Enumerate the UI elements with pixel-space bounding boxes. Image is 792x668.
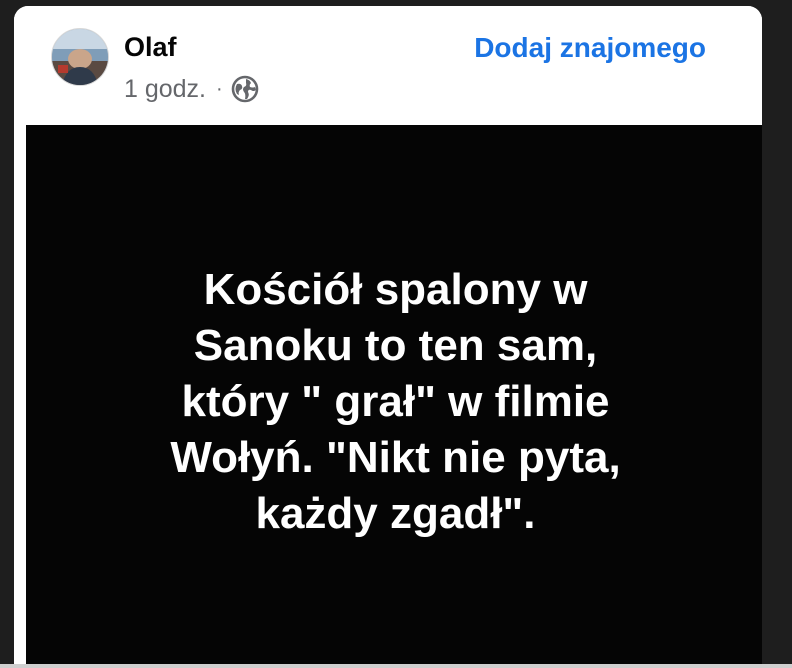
post-text-line: Sanoku to ten sam, [193,320,598,370]
post-text-line: każdy zgadł". [255,488,536,538]
post-timestamp[interactable]: 1 godz. [124,75,206,104]
author-name[interactable]: Olaf [124,32,177,62]
next-post-edge [0,664,792,668]
post-image[interactable]: Kościół spalony w Sanoku to ten sam, któ… [26,125,762,668]
avatar-photo-icon [52,29,108,85]
post-header: Olaf 1 godz. · Dodaj znajomego [14,6,762,124]
post-text-line: Kościół spalony w [203,264,588,314]
post-text-line: który " grał" w filmie [181,376,610,426]
avatar[interactable] [51,28,109,86]
meta-separator: · [216,77,223,100]
post-image-text: Kościół spalony w Sanoku to ten sam, któ… [96,262,696,542]
post-card: Olaf 1 godz. · Dodaj znajomego Kościół s… [14,6,762,668]
add-friend-button[interactable]: Dodaj znajomego [474,32,706,64]
post-meta: 1 godz. · [124,74,259,104]
screenshot-frame: Olaf 1 godz. · Dodaj znajomego Kościół s… [0,0,792,668]
post-text-line: Wołyń. "Nikt nie pyta, [170,432,621,482]
globe-icon[interactable] [231,75,259,103]
